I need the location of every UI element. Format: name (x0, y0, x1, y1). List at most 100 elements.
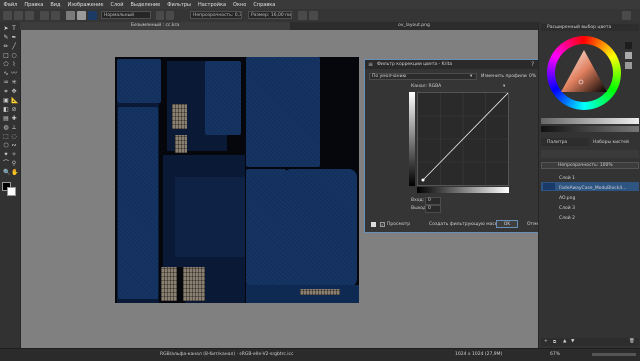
menu-file[interactable]: Файл (0, 2, 21, 8)
duplicate-layer-icon[interactable]: ⧉ (553, 339, 556, 345)
window-menu-icon[interactable]: ≡ (368, 61, 373, 68)
pan-tool-icon[interactable]: ✋ (11, 170, 18, 176)
transform-tool-icon[interactable]: ▣ (3, 98, 9, 104)
tab-brush-presets[interactable]: Наборы кистей (591, 138, 639, 146)
preview-checkbox[interactable]: ✓ (380, 222, 385, 227)
color-wheel[interactable] (547, 36, 621, 110)
edit-profiles-button[interactable]: Изменить профили (481, 74, 527, 79)
layer-row[interactable]: AO.png (541, 192, 639, 201)
color-bar[interactable] (541, 118, 639, 124)
freehand-select-icon[interactable]: ∾ (11, 143, 17, 149)
menu-view[interactable]: Вид (47, 2, 64, 8)
menu-edit[interactable]: Правка (21, 2, 47, 8)
menu-help[interactable]: Справка (250, 2, 279, 8)
mirror-horizontal-icon[interactable] (298, 11, 307, 20)
swatch[interactable] (625, 42, 632, 49)
save-icon[interactable] (25, 11, 34, 20)
zoom-slider[interactable] (592, 353, 636, 356)
new-document-icon[interactable] (3, 11, 12, 20)
tab-ov-layout[interactable]: ov_layout.png (290, 22, 538, 30)
menu-select[interactable]: Выделение (127, 2, 164, 8)
text-tool-icon[interactable]: T (11, 26, 17, 32)
polygon-tool-icon[interactable]: ⬠ (3, 62, 9, 68)
swatch[interactable] (625, 52, 632, 59)
input-value-field[interactable]: 0 (425, 197, 441, 205)
ok-button[interactable]: OK (496, 220, 518, 228)
color-bar[interactable] (541, 126, 639, 132)
magnetic-select-icon[interactable]: ⚲ (11, 161, 17, 167)
canvas-image[interactable] (115, 57, 359, 303)
colorize-mask-icon[interactable]: ▤ (3, 116, 9, 122)
swatch[interactable] (625, 62, 632, 69)
edit-shapes-icon[interactable]: ✎ (3, 35, 9, 41)
brush-tool-icon[interactable]: ✏ (3, 44, 9, 50)
eraser-mode-icon[interactable] (156, 11, 164, 20)
similar-select-icon[interactable]: ✧ (11, 152, 17, 158)
preserve-alpha-icon[interactable] (166, 11, 174, 20)
rect-select-icon[interactable]: ⬚ (3, 134, 9, 140)
layer-row[interactable]: Слой 3 (541, 202, 639, 211)
layer-row[interactable]: Слой 1 (541, 172, 639, 181)
redo-icon[interactable] (51, 11, 60, 20)
assistant-tool-icon[interactable]: ⟂ (11, 125, 17, 131)
preview-mode-icon[interactable] (371, 222, 376, 227)
opacity-slider[interactable]: Непрозрачность: 0,30 (190, 11, 242, 19)
delete-layer-icon[interactable]: 🗑 (629, 339, 635, 344)
undo-icon[interactable] (40, 11, 49, 20)
zoom-level[interactable]: 67% (550, 352, 560, 357)
add-layer-icon[interactable]: + (544, 339, 548, 344)
create-filter-mask-button[interactable]: Создать фильтрующую маску (429, 222, 500, 227)
menu-image[interactable]: Изображение (64, 2, 107, 8)
open-document-icon[interactable] (14, 11, 23, 20)
measure-tool-icon[interactable]: 📐 (11, 98, 18, 104)
layer-row[interactable]: Слой 2 (541, 212, 639, 221)
contiguous-select-icon[interactable]: ✦ (3, 152, 9, 158)
freehand-path-icon[interactable]: 〰 (11, 71, 17, 77)
zoom-tool-icon[interactable]: 🔍 (3, 170, 10, 176)
multibrush-icon[interactable]: ✳ (11, 80, 17, 86)
channel-select[interactable]: Канал: RGBA ▾ (403, 84, 511, 91)
move-tool-icon[interactable]: ✥ (11, 89, 17, 95)
ellipse-tool-icon[interactable]: ○ (11, 53, 17, 59)
tab-active-document[interactable]: Безымянный : cc.kra (20, 22, 290, 30)
blend-mode-select[interactable]: Нормальный (101, 11, 151, 19)
bezier-tool-icon[interactable]: ∿ (3, 71, 9, 77)
preset-select[interactable]: По умолчанию ▾ (369, 73, 477, 80)
menu-layer[interactable]: Слой (107, 2, 127, 8)
dynamic-brush-icon[interactable]: ♒ (3, 80, 9, 86)
color-picker-icon[interactable]: ⊘ (11, 107, 17, 113)
crop-tool-icon[interactable]: ⌗ (3, 89, 9, 95)
layer-opacity-slider[interactable]: Непрозрачность: 100% (541, 162, 639, 169)
layer-row-selected[interactable]: FadeAwayCase_ModuBlock4... (541, 182, 639, 191)
gradient-icon[interactable] (66, 11, 75, 20)
help-icon[interactable]: ? (531, 61, 534, 68)
color-triangle[interactable] (559, 48, 609, 98)
background-color-swatch[interactable] (7, 187, 16, 196)
gradient-tool-icon[interactable]: ◧ (3, 107, 9, 113)
layer-blend-row[interactable] (541, 150, 639, 158)
menu-filters[interactable]: Фильтры (164, 2, 195, 8)
brush-preset-icon[interactable] (88, 11, 97, 20)
move-layer-up-icon[interactable]: ▲ (563, 339, 566, 344)
tab-palette[interactable]: Палитра (541, 138, 589, 146)
fill-tool-icon[interactable]: ◍ (3, 125, 9, 131)
output-value-field[interactable]: 0 (425, 205, 441, 213)
menu-settings[interactable]: Настройка (194, 2, 229, 8)
ellipse-select-icon[interactable]: ◌ (11, 134, 17, 140)
polygon-select-icon[interactable]: ⬡ (3, 143, 9, 149)
pattern-icon[interactable] (77, 11, 86, 20)
calligraphy-icon[interactable]: ✒ (11, 35, 17, 41)
smart-patch-icon[interactable]: ✚ (11, 116, 17, 122)
polyline-tool-icon[interactable]: ⌇ (11, 62, 17, 68)
size-slider[interactable]: Размер: 16,00 пикс (248, 11, 292, 19)
menu-window[interactable]: Окно (230, 2, 250, 8)
curve-graph[interactable] (418, 93, 508, 185)
workspace-icon[interactable] (622, 11, 631, 20)
select-shapes-icon[interactable]: ➤ (3, 26, 9, 32)
rectangle-tool-icon[interactable]: □ (3, 53, 9, 59)
curve-editor[interactable] (417, 92, 509, 186)
mirror-vertical-icon[interactable] (309, 11, 318, 20)
line-tool-icon[interactable]: ╱ (11, 44, 17, 50)
bezier-select-icon[interactable]: ⌒ (3, 161, 9, 167)
move-layer-down-icon[interactable]: ▼ (571, 339, 574, 344)
